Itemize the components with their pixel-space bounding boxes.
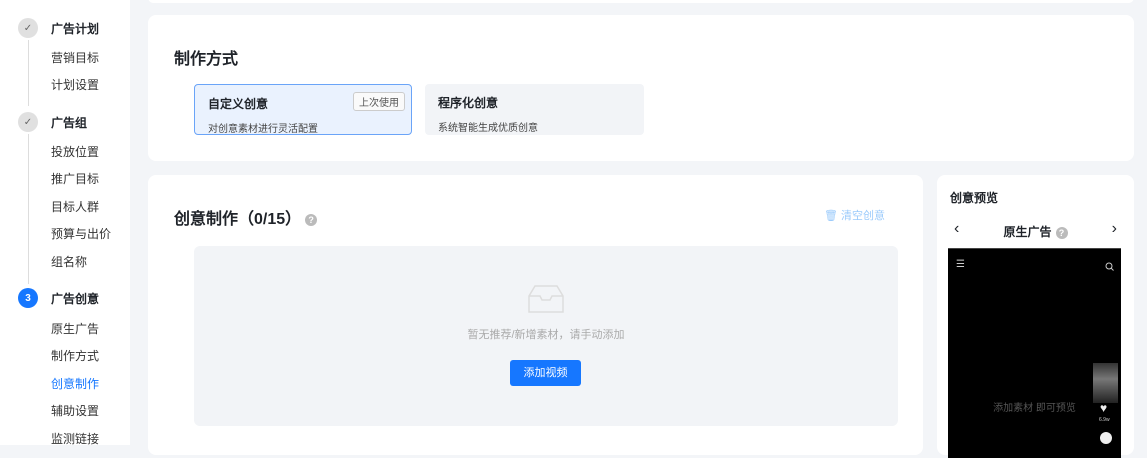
ad-type-label: 原生广告?: [937, 223, 1134, 240]
comment-icon: [1100, 432, 1112, 444]
heart-icon: ♥: [1100, 401, 1108, 415]
creative-card: 创意制作（0/15）? 🗑︎ 清空创意 暂无推荐/新增素材，请手动添加 添加视频: [148, 175, 923, 455]
sidebar-item-active[interactable]: 创意制作: [51, 375, 99, 392]
previous-card: [148, 0, 1134, 3]
like-count: 6.9w: [1099, 417, 1110, 423]
clear-creative-button[interactable]: 🗑︎ 清空创意: [824, 207, 885, 223]
sidebar-item[interactable]: 预算与出价: [51, 225, 111, 242]
step-number: 3: [18, 288, 38, 308]
sidebar-item[interactable]: 计划设置: [51, 76, 99, 93]
check-icon: ✓: [18, 18, 38, 38]
add-video-button[interactable]: 添加视频: [510, 360, 581, 386]
option-custom-creative[interactable]: 自定义创意 对创意素材进行灵活配置 上次使用: [194, 84, 412, 135]
option-title: 程序化创意: [438, 96, 499, 110]
step-label: 广告创意: [51, 291, 100, 306]
preview-placeholder: 添加素材 即可预览: [993, 403, 1076, 414]
menu-icon: ☰: [956, 259, 965, 270]
option-programmatic-creative[interactable]: 程序化创意 系统智能生成优质创意: [425, 84, 644, 135]
option-desc: 系统智能生成优质创意: [438, 123, 538, 134]
section-title: 创意制作（0/15）?: [174, 205, 318, 229]
sidebar-item[interactable]: 监测链接: [51, 430, 99, 447]
step-connector: [28, 134, 29, 284]
sidebar-item[interactable]: 组名称: [51, 253, 87, 270]
step-ad-creative[interactable]: 3 广告创意: [18, 288, 99, 308]
section-title: 制作方式: [174, 51, 239, 68]
preview-title: 创意预览: [950, 191, 999, 205]
step-sidebar: ✓ 广告计划 营销目标 计划设置 ✓ 广告组 投放位置 推广目标 目标人群 预算与出…: [0, 0, 130, 447]
sidebar-item[interactable]: 制作方式: [51, 347, 99, 364]
empty-text: 暂无推荐/新增素材，请手动添加: [467, 329, 625, 341]
sidebar-item[interactable]: 投放位置: [51, 143, 99, 160]
phone-preview: ☰ 添加素材 即可预览 ♥ 6.9w: [948, 248, 1121, 458]
help-icon[interactable]: ?: [305, 213, 318, 226]
sidebar-item[interactable]: 目标人群: [51, 198, 99, 215]
last-used-badge: 上次使用: [353, 92, 405, 111]
empty-state: 暂无推荐/新增素材，请手动添加 添加视频: [194, 246, 898, 426]
sidebar-item[interactable]: 辅助设置: [51, 402, 99, 419]
step-label: 广告组: [51, 115, 88, 130]
search-icon: [1105, 262, 1114, 271]
sidebar-item[interactable]: 原生广告: [51, 320, 99, 337]
trash-icon: 🗑︎: [823, 210, 841, 222]
check-icon: ✓: [18, 112, 38, 132]
step-label: 广告计划: [51, 21, 100, 36]
preview-card: 创意预览 ‹ 原生广告? › ☰ 添加素材 即可预览 ♥ 6.9w: [937, 175, 1134, 458]
sidebar-item[interactable]: 推广目标: [51, 170, 99, 187]
inbox-icon: [528, 285, 564, 313]
sidebar-item[interactable]: 营销目标: [51, 49, 99, 66]
step-ad-plan[interactable]: ✓ 广告计划: [18, 18, 99, 38]
step-connector: [28, 40, 29, 106]
avatar: [1093, 363, 1118, 403]
step-ad-group[interactable]: ✓ 广告组: [18, 112, 87, 132]
help-icon[interactable]: ?: [1055, 226, 1068, 239]
option-desc: 对创意素材进行灵活配置: [208, 124, 318, 135]
chevron-right-icon[interactable]: ›: [1112, 220, 1117, 238]
